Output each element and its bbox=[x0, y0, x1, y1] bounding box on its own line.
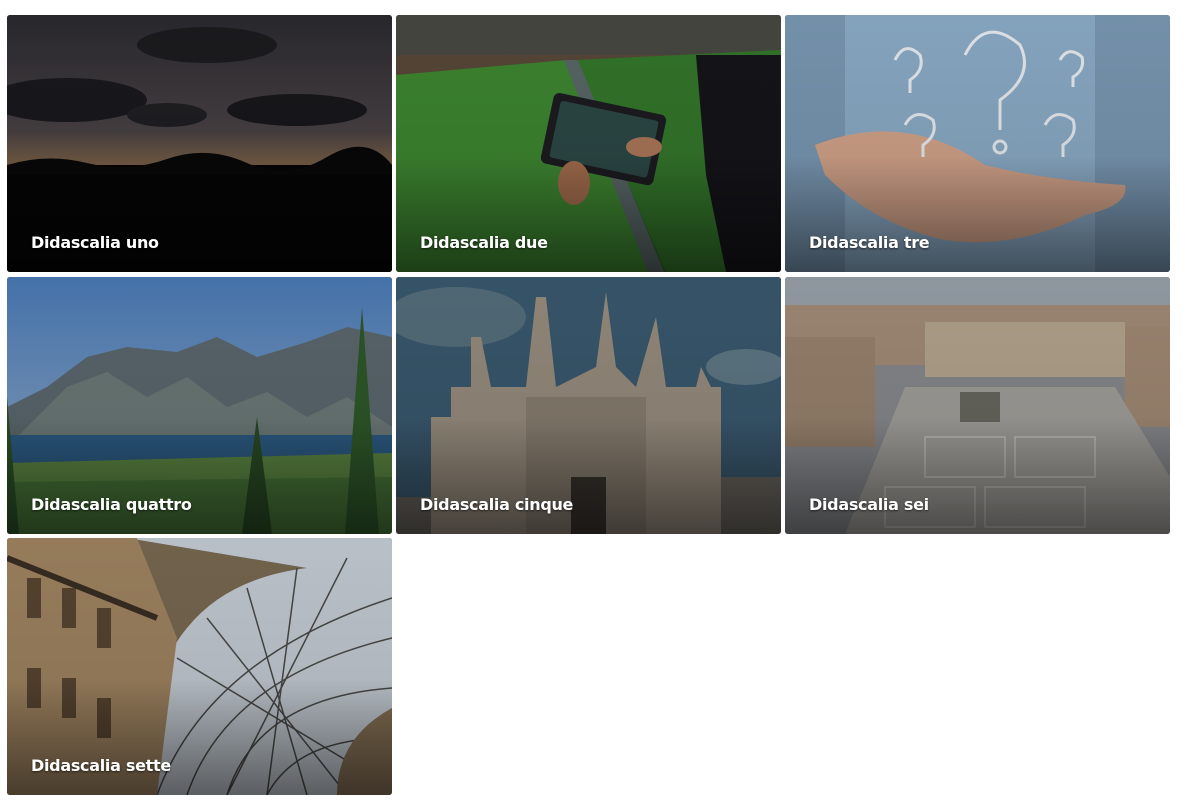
gallery-item-2[interactable]: Didascalia due bbox=[396, 15, 781, 272]
gallery-item-3[interactable]: Didascalia tre bbox=[785, 15, 1170, 272]
caption: Didascalia tre bbox=[809, 233, 930, 252]
caption: Didascalia sette bbox=[31, 756, 171, 775]
caption: Didascalia cinque bbox=[420, 495, 574, 514]
caption: Didascalia uno bbox=[31, 233, 159, 252]
gallery-item-7[interactable]: Didascalia sette bbox=[7, 538, 392, 795]
gallery-item-4[interactable]: Didascalia quattro bbox=[7, 277, 392, 534]
caption: Didascalia due bbox=[420, 233, 548, 252]
gallery-item-1[interactable]: Didascalia uno bbox=[7, 15, 392, 272]
gallery-item-6[interactable]: Didascalia sei bbox=[785, 277, 1170, 534]
image-gallery: Didascalia uno Didascalia due Didascalia… bbox=[0, 0, 1187, 801]
caption: Didascalia quattro bbox=[31, 495, 192, 514]
gallery-item-5[interactable]: Didascalia cinque bbox=[396, 277, 781, 534]
caption: Didascalia sei bbox=[809, 495, 929, 514]
